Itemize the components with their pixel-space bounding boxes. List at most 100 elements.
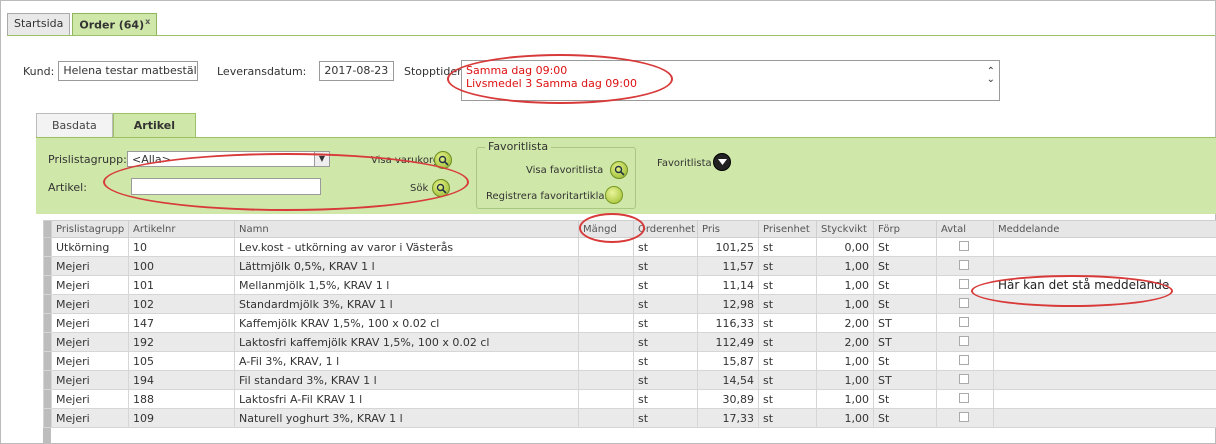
cell-avtal[interactable] [936, 408, 994, 428]
tab-startsida[interactable]: Startsida [7, 13, 71, 35]
cell-mangd[interactable] [578, 275, 634, 295]
visa-varukorg-button[interactable] [434, 151, 452, 169]
cell-meddelande[interactable] [993, 237, 1216, 257]
table-row[interactable]: Mejeri 100 Lättmjölk 0,5%, KRAV 1 l st 11,57… [43, 256, 1216, 276]
visa-favoritlista-button[interactable] [610, 161, 628, 179]
cell-meddelande[interactable] [993, 313, 1216, 333]
cell-prislistagrupp: Mejeri [51, 275, 129, 295]
row-header-cell[interactable] [43, 408, 52, 428]
row-header-cell[interactable] [43, 351, 52, 371]
row-header-cell[interactable] [43, 256, 52, 276]
cell-orderenhet: st [633, 370, 698, 390]
avtal-checkbox[interactable] [959, 392, 969, 403]
tab-artikel[interactable]: Artikel [112, 113, 197, 137]
column-header[interactable]: Namn [234, 220, 579, 238]
stopptider-field[interactable]: Samma dag 09:00 Livsmedel 3 Samma dag 09… [461, 60, 1000, 101]
close-icon[interactable]: x [145, 17, 150, 26]
cell-mangd[interactable] [578, 313, 634, 333]
registrera-favoritartiklar-label: Registrera favoritartiklar [486, 191, 609, 202]
cell-orderenhet: st [633, 313, 698, 333]
registrera-favoritartiklar-button[interactable] [605, 186, 623, 204]
column-header[interactable]: Meddelande [993, 220, 1216, 238]
row-header-cell[interactable] [43, 294, 52, 314]
cell-mangd[interactable] [578, 294, 634, 314]
avtal-checkbox[interactable] [959, 278, 969, 289]
column-header[interactable]: Styckvikt [816, 220, 874, 238]
cell-avtal[interactable] [936, 313, 994, 333]
cell-avtal[interactable] [936, 332, 994, 352]
cell-namn: Lättmjölk 0,5%, KRAV 1 l [234, 256, 579, 276]
cell-forp: St [873, 275, 937, 295]
table-row[interactable]: Mejeri 147 Kaffemjölk KRAV 1,5%, 100 x 0.0… [43, 313, 1216, 333]
cell-avtal[interactable] [936, 351, 994, 371]
cell-meddelande[interactable] [993, 370, 1216, 390]
avtal-checkbox[interactable] [959, 240, 969, 251]
column-header[interactable]: Prisenhet [758, 220, 817, 238]
cell-meddelande[interactable] [993, 294, 1216, 314]
cell-avtal[interactable] [936, 275, 994, 295]
avtal-checkbox[interactable] [959, 354, 969, 365]
column-header[interactable]: Förp [873, 220, 937, 238]
table-row[interactable]: Mejeri 192 Laktosfri kaffemjölk KRAV 1,5%,… [43, 332, 1216, 352]
cell-mangd[interactable] [578, 351, 634, 371]
table-row[interactable]: Mejeri 109 Naturell yoghurt 3%, KRAV 1 l st… [43, 408, 1216, 428]
cell-meddelande[interactable]: Här kan det stå meddelande [993, 275, 1216, 295]
kund-field[interactable]: Helena testar matbeställn [58, 61, 199, 81]
table-row[interactable]: Utkörning 10 Lev.kost - utkörning av varor… [43, 237, 1216, 257]
cell-namn: A-Fil 3%, KRAV, 1 l [234, 351, 579, 371]
cell-meddelande[interactable] [993, 332, 1216, 352]
cell-avtal[interactable] [936, 294, 994, 314]
cell-artikelnr: 101 [128, 275, 235, 295]
cell-meddelande[interactable] [993, 256, 1216, 276]
cell-avtal[interactable] [936, 256, 994, 276]
avtal-checkbox[interactable] [959, 411, 969, 422]
column-header-mangd[interactable]: Mängd [578, 220, 634, 238]
cell-avtal[interactable] [936, 370, 994, 390]
row-header-cell[interactable] [43, 313, 52, 333]
cell-mangd[interactable] [578, 408, 634, 428]
column-header[interactable]: Pris [697, 220, 759, 238]
favoritlista-dropdown-button[interactable] [713, 153, 731, 171]
table-row[interactable]: Mejeri 101 Mellanmjölk 1,5%, KRAV 1 l st 11,… [43, 275, 1216, 295]
row-header-cell[interactable] [43, 389, 52, 409]
stopptider-line-2: Livsmedel 3 Samma dag 09:00 [466, 77, 637, 90]
cell-orderenhet: st [633, 351, 698, 371]
avtal-checkbox[interactable] [959, 373, 969, 384]
cell-avtal[interactable] [936, 389, 994, 409]
row-header-cell[interactable] [43, 275, 52, 295]
cell-mangd[interactable] [578, 237, 634, 257]
cell-meddelande[interactable] [993, 389, 1216, 409]
cell-mangd[interactable] [578, 389, 634, 409]
column-header[interactable]: Orderenhet [633, 220, 698, 238]
cell-meddelande[interactable] [993, 351, 1216, 371]
sok-button[interactable] [432, 179, 450, 197]
cell-mangd[interactable] [578, 332, 634, 352]
column-header[interactable]: Artikelnr [128, 220, 235, 238]
cell-mangd[interactable] [578, 256, 634, 276]
tab-basdata[interactable]: Basdata [36, 113, 113, 137]
column-header[interactable]: Prislistagrupp [51, 220, 129, 238]
avtal-checkbox[interactable] [959, 297, 969, 308]
avtal-checkbox[interactable] [959, 316, 969, 327]
avtal-checkbox[interactable] [959, 259, 969, 270]
row-header-cell[interactable] [43, 332, 52, 352]
row-header-cell[interactable] [43, 237, 52, 257]
table-row[interactable]: Mejeri 188 Laktosfri A-Fil KRAV 1 l st 30,89… [43, 389, 1216, 409]
cell-avtal[interactable] [936, 237, 994, 257]
cell-artikelnr: 105 [128, 351, 235, 371]
table-row[interactable]: Mejeri 102 Standardmjölk 3%, KRAV 1 l st 12,… [43, 294, 1216, 314]
spinner-icon[interactable]: ⌃ ⌄ [987, 67, 995, 85]
column-header[interactable]: Avtal [936, 220, 994, 238]
table-header-row: Prislistagrupp Artikelnr Namn Mängd Orde… [43, 220, 1216, 238]
artikel-search-input[interactable] [131, 178, 321, 195]
row-header-cell[interactable] [43, 370, 52, 390]
avtal-checkbox[interactable] [959, 335, 969, 346]
table-row[interactable]: Mejeri 194 Fil standard 3%, KRAV 1 l st 14,5… [43, 370, 1216, 390]
table-row[interactable]: Mejeri 105 A-Fil 3%, KRAV, 1 l st 15,87 st 1,0… [43, 351, 1216, 371]
leveransdatum-field[interactable]: 2017-08-23 [319, 61, 395, 81]
cell-mangd[interactable] [578, 370, 634, 390]
tab-order[interactable]: Order (64)x [72, 13, 158, 35]
chevron-down-icon [718, 159, 727, 165]
cell-meddelande[interactable] [993, 408, 1216, 428]
prislistagrupp-select[interactable]: <Alla> ▼ [127, 151, 330, 167]
